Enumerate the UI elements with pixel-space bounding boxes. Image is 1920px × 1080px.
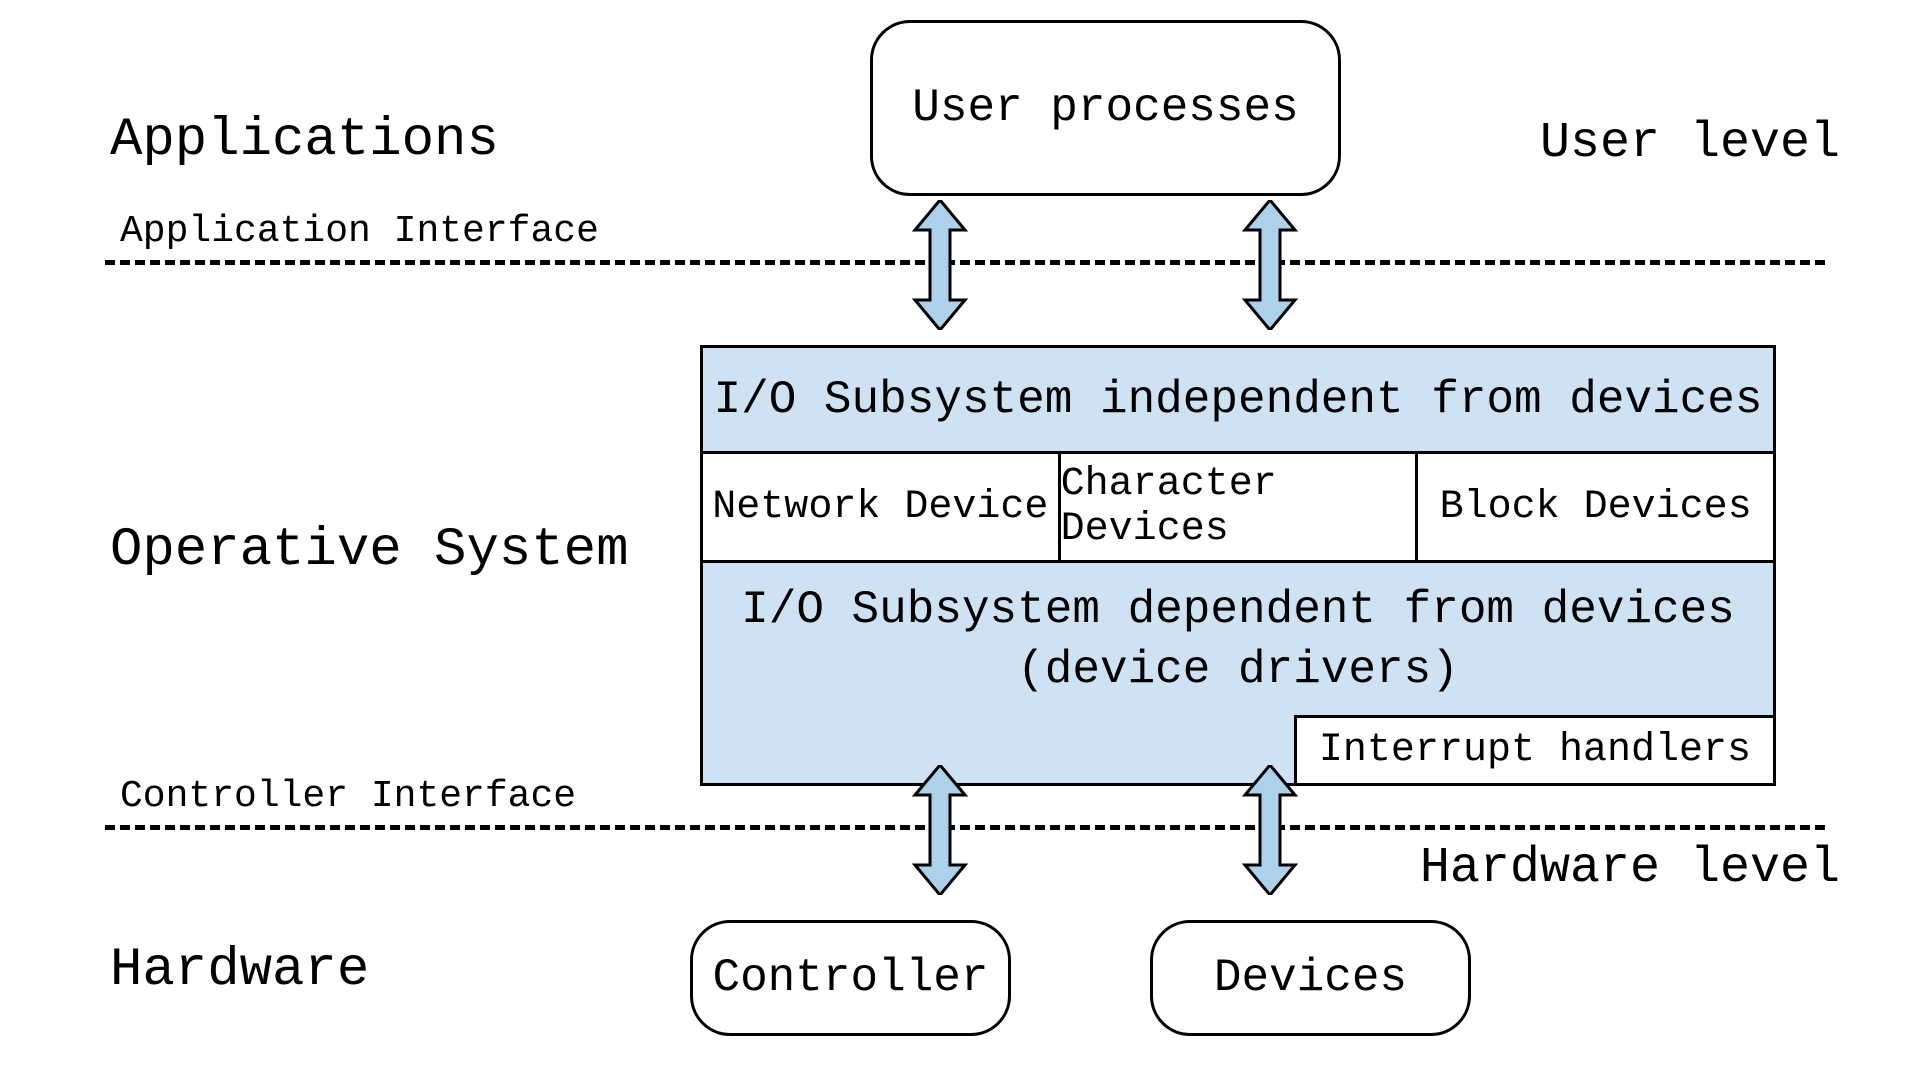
node-devices: Devices (1150, 920, 1471, 1036)
os-io-dependent-line1: I/O Subsystem dependent from devices (741, 584, 1735, 636)
os-io-dependent-text: I/O Subsystem dependent from devices (de… (703, 581, 1773, 701)
label-hardware: Hardware (110, 940, 369, 1001)
os-io-independent-label: I/O Subsystem independent from devices (714, 374, 1763, 426)
os-io-dependent-line2: (device drivers) (1017, 644, 1459, 696)
double-arrow-icon (1240, 765, 1300, 895)
node-user-processes: User processes (870, 20, 1341, 196)
os-io-independent: I/O Subsystem independent from devices (703, 348, 1773, 454)
diagram-root: Applications Operative System Hardware U… (0, 0, 1920, 1080)
node-controller: Controller (690, 920, 1011, 1036)
node-user-processes-label: User processes (912, 82, 1298, 134)
double-arrow-icon (910, 200, 970, 330)
label-user-level: User level (1540, 115, 1840, 172)
os-device-character-label: Character Devices (1061, 462, 1416, 552)
label-applications: Applications (110, 110, 499, 171)
os-device-block-label: Block Devices (1440, 485, 1752, 530)
label-controller-interface: Controller Interface (120, 775, 576, 818)
label-application-interface: Application Interface (120, 210, 599, 253)
double-arrow-icon (910, 765, 970, 895)
node-devices-label: Devices (1214, 952, 1407, 1004)
os-block: I/O Subsystem independent from devices N… (700, 345, 1776, 786)
label-operative-system: Operative System (110, 520, 628, 581)
os-io-dependent: I/O Subsystem dependent from devices (de… (703, 563, 1773, 783)
node-controller-label: Controller (712, 952, 988, 1004)
double-arrow-icon (1240, 200, 1300, 330)
os-device-character: Character Devices (1058, 454, 1416, 560)
label-hardware-level: Hardware level (1420, 840, 1840, 897)
os-device-block: Block Devices (1415, 454, 1773, 560)
os-device-types-row: Network Device Character Devices Block D… (703, 454, 1773, 563)
os-device-network-label: Network Device (712, 485, 1048, 530)
os-interrupt-handlers-label: Interrupt handlers (1319, 728, 1751, 773)
os-device-network: Network Device (703, 454, 1058, 560)
os-interrupt-handlers: Interrupt handlers (1294, 715, 1773, 783)
